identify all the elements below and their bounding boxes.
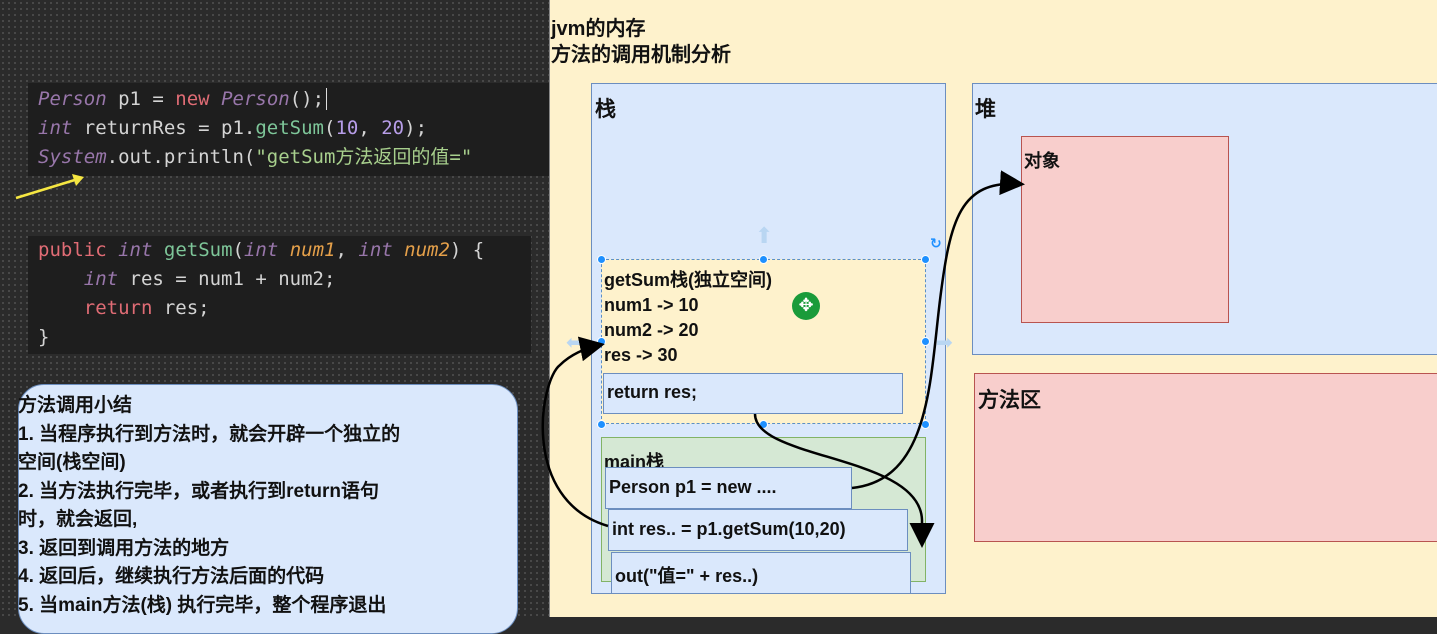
arrow-return bbox=[753, 413, 935, 548]
connector-arrows bbox=[541, 170, 1025, 548]
arrow-call-getsum bbox=[541, 336, 609, 528]
arrow-to-object bbox=[851, 170, 1025, 490]
